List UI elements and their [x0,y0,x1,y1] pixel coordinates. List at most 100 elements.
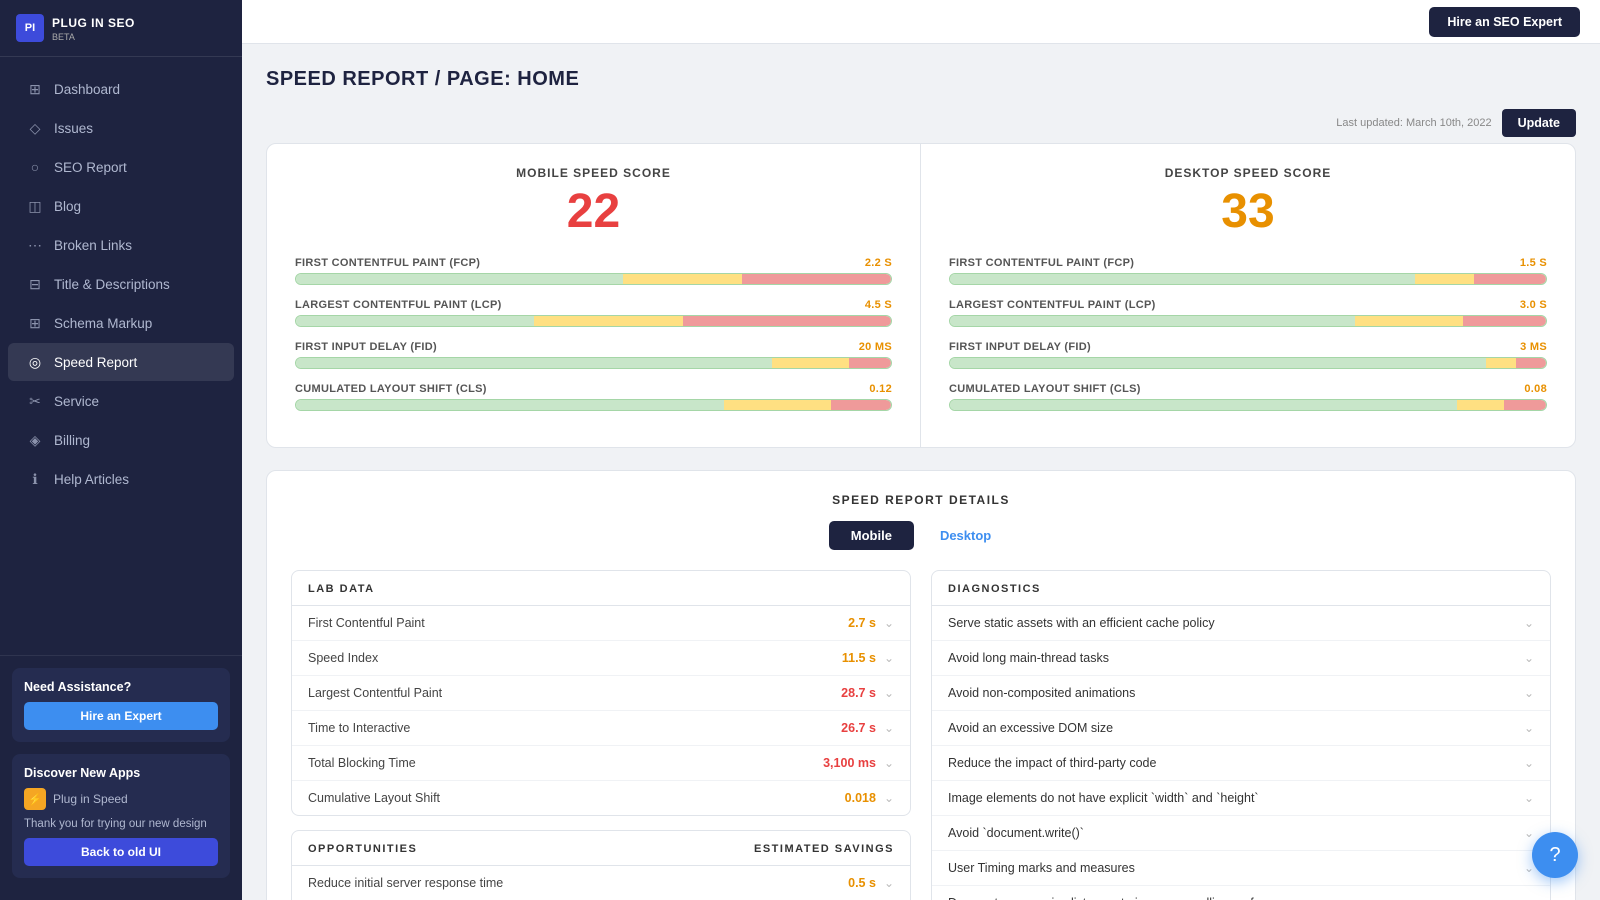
diag-item-4[interactable]: Reduce the impact of third-party code ⌄ [932,746,1550,781]
diag-item-2[interactable]: Avoid non-composited animations ⌄ [932,676,1550,711]
seo-report-icon: ○ [26,158,44,176]
lab-item-tbt: Total Blocking Time 3,100 ms ⌄ [292,746,910,781]
service-icon: ✂ [26,392,44,410]
mobile-metric-fcp: FIRST CONTENTFUL PAINT (FCP) 2.2 s [295,257,892,285]
diag-item-0[interactable]: Serve static assets with an efficient ca… [932,606,1550,641]
lab-fcp-chevron[interactable]: ⌄ [884,616,894,630]
page-title: SPEED REPORT / PAGE: HOME [266,68,1576,91]
desktop-score-label: DESKTOP SPEED SCORE [949,166,1547,180]
sidebar-item-label: Schema Markup [54,316,152,331]
opportunities-box: OPPORTUNITIES ESTIMATED SAVINGS Reduce i… [291,830,911,900]
update-bar: Last updated: March 10th, 2022 Update [266,109,1576,137]
diag-label-1: Avoid long main-thread tasks [948,651,1109,665]
opp-value-0: 0.5 s [848,876,876,890]
desktop-lcp-value: 3.0 s [1520,299,1547,311]
sidebar-item-broken-links[interactable]: ⋯ Broken Links [8,226,234,264]
details-grid: LAB DATA First Contentful Paint 2.7 s ⌄ … [291,570,1551,900]
sidebar-bottom: Need Assistance? Hire an Expert Discover… [0,655,242,900]
right-column: DIAGNOSTICS Serve static assets with an … [931,570,1551,900]
lab-lcp-chevron[interactable]: ⌄ [884,686,894,700]
topbar: Hire an SEO Expert [242,0,1600,44]
diag-chevron-5: ⌄ [1524,791,1534,805]
diag-label-8: Does not use passive listeners to improv… [948,896,1302,900]
update-button[interactable]: Update [1502,109,1576,137]
sidebar-item-help-articles[interactable]: ℹ Help Articles [8,460,234,498]
diag-item-1[interactable]: Avoid long main-thread tasks ⌄ [932,641,1550,676]
diag-label-6: Avoid `document.write()` [948,826,1084,840]
title-desc-icon: ⊟ [26,275,44,293]
sidebar-item-blog[interactable]: ◫ Blog [8,187,234,225]
lab-si-chevron[interactable]: ⌄ [884,651,894,665]
tab-row: Mobile Desktop [291,521,1551,550]
sidebar-item-issues[interactable]: ◇ Issues [8,109,234,147]
lab-tbt-value: 3,100 ms [823,756,876,770]
mobile-score-label: MOBILE SPEED SCORE [295,166,892,180]
sidebar-item-billing[interactable]: ◈ Billing [8,421,234,459]
speed-report-icon: ◎ [26,353,44,371]
diag-item-6[interactable]: Avoid `document.write()` ⌄ [932,816,1550,851]
lab-data-title: LAB DATA [292,571,910,606]
hire-seo-expert-button[interactable]: Hire an SEO Expert [1429,7,1580,37]
diag-label-5: Image elements do not have explicit `wid… [948,791,1259,805]
desktop-lcp-label: LARGEST CONTENTFUL PAINT (LCP) [949,299,1156,311]
desktop-metric-lcp: LARGEST CONTENTFUL PAINT (LCP) 3.0 s [949,299,1547,327]
desktop-cls-value: 0.08 [1524,383,1547,395]
desktop-fcp-label: FIRST CONTENTFUL PAINT (FCP) [949,257,1134,269]
assistance-box: Need Assistance? Hire an Expert [12,668,230,742]
opp-chevron-0[interactable]: ⌄ [884,876,894,890]
lab-tti-chevron[interactable]: ⌄ [884,721,894,735]
dashboard-icon: ⊞ [26,80,44,98]
mobile-fid-label: FIRST INPUT DELAY (FID) [295,341,437,353]
lab-item-fcp: First Contentful Paint 2.7 s ⌄ [292,606,910,641]
mobile-cls-label: CUMULATED LAYOUT SHIFT (CLS) [295,383,487,395]
diag-item-3[interactable]: Avoid an excessive DOM size ⌄ [932,711,1550,746]
logo-name: PLUG IN SEO [52,16,135,30]
desktop-fid-bar [949,357,1547,369]
back-to-old-ui-button[interactable]: Back to old UI [24,838,218,866]
main-area: Hire an SEO Expert SPEED REPORT / PAGE: … [242,0,1600,900]
diag-chevron-3: ⌄ [1524,721,1534,735]
help-icon: ℹ [26,470,44,488]
thank-you-text: Thank you for trying our new design [24,818,218,830]
sidebar-item-service[interactable]: ✂ Service [8,382,234,420]
mobile-metric-lcp: LARGEST CONTENTFUL PAINT (LCP) 4.5 s [295,299,892,327]
chat-button[interactable]: ? [1532,832,1578,878]
left-column: LAB DATA First Contentful Paint 2.7 s ⌄ … [291,570,911,900]
desktop-fid-label: FIRST INPUT DELAY (FID) [949,341,1091,353]
lab-cls-value: 0.018 [845,791,876,805]
sidebar-item-seo-report[interactable]: ○ SEO Report [8,148,234,186]
lab-cls-chevron[interactable]: ⌄ [884,791,894,805]
diagnostics-box: DIAGNOSTICS Serve static assets with an … [931,570,1551,900]
diag-chevron-2: ⌄ [1524,686,1534,700]
diag-item-5[interactable]: Image elements do not have explicit `wid… [932,781,1550,816]
sidebar-item-title-descriptions[interactable]: ⊟ Title & Descriptions [8,265,234,303]
sidebar-item-dashboard[interactable]: ⊞ Dashboard [8,70,234,108]
desktop-metric-fid: FIRST INPUT DELAY (FID) 3 ms [949,341,1547,369]
diag-chevron-1: ⌄ [1524,651,1534,665]
assistance-title: Need Assistance? [24,680,218,694]
sidebar-item-label: Blog [54,199,81,214]
desktop-metric-fcp: FIRST CONTENTFUL PAINT (FCP) 1.5 s [949,257,1547,285]
mobile-fcp-bar [295,273,892,285]
lab-fcp-label: First Contentful Paint [308,616,425,630]
opp-item-0: Reduce initial server response time 0.5 … [292,866,910,900]
diag-item-8[interactable]: Does not use passive listeners to improv… [932,886,1550,900]
issues-icon: ◇ [26,119,44,137]
opportunities-header: OPPORTUNITIES ESTIMATED SAVINGS [292,831,910,866]
sidebar-item-schema-markup[interactable]: ⊞ Schema Markup [8,304,234,342]
estimated-savings-label: ESTIMATED SAVINGS [754,843,894,855]
lab-item-lcp: Largest Contentful Paint 28.7 s ⌄ [292,676,910,711]
tab-desktop[interactable]: Desktop [918,521,1013,550]
diag-item-7[interactable]: User Timing marks and measures ⌄ [932,851,1550,886]
sidebar-item-label: Title & Descriptions [54,277,170,292]
mobile-cls-value: 0.12 [869,383,892,395]
lab-item-tti: Time to Interactive 26.7 s ⌄ [292,711,910,746]
blog-icon: ◫ [26,197,44,215]
lab-tbt-chevron[interactable]: ⌄ [884,756,894,770]
diag-chevron-6: ⌄ [1524,826,1534,840]
opportunities-title: OPPORTUNITIES [308,843,417,855]
hire-expert-sidebar-button[interactable]: Hire an Expert [24,702,218,730]
tab-mobile[interactable]: Mobile [829,521,914,550]
mobile-fcp-value: 2.2 s [865,257,892,269]
sidebar-item-speed-report[interactable]: ◎ Speed Report [8,343,234,381]
